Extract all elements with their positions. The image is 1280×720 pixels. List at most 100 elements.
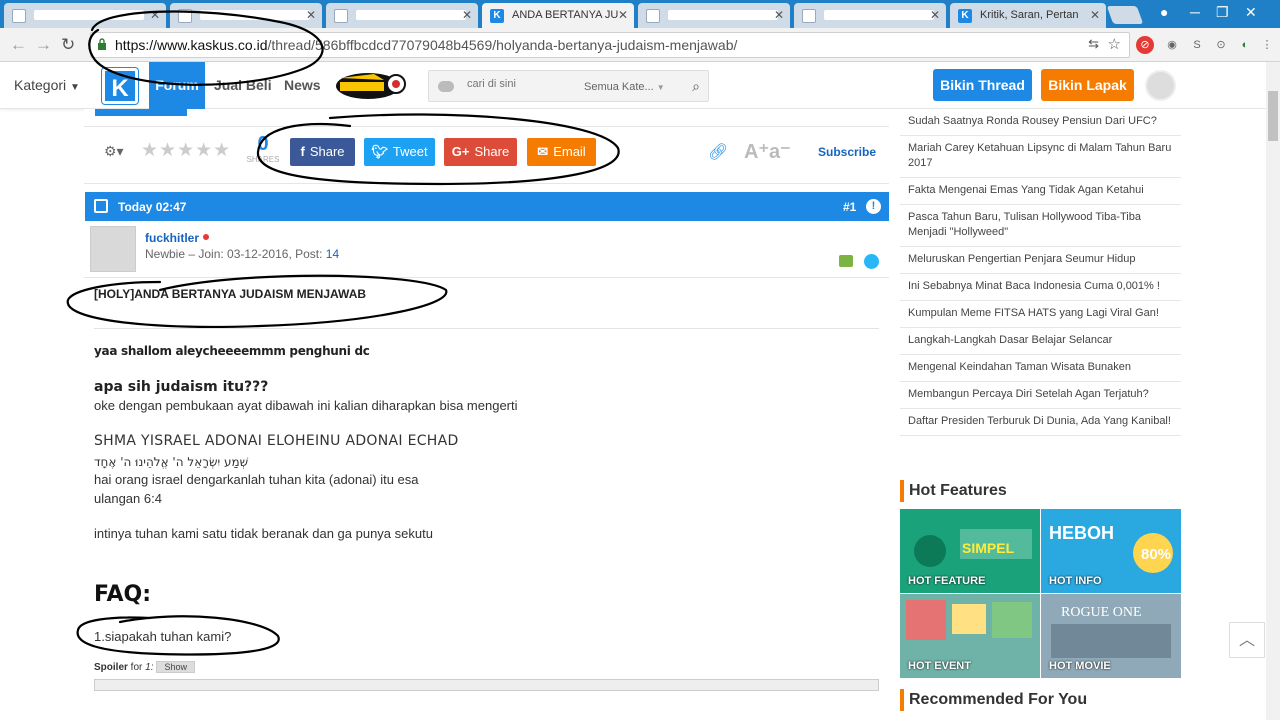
hot-feature-tile[interactable]: SIMPEL HOT FEATURE (900, 509, 1040, 593)
tab-close-icon[interactable]: ✕ (462, 8, 472, 22)
share-bar: ⚙▾ ★★★★★ 0 SHARES f Share 🐦︎ Tweet G+ Share… (84, 126, 889, 184)
related-thread-link[interactable]: Ini Sebabnya Minat Baca Indonesia Cuma 0… (900, 274, 1181, 301)
gear-icon[interactable]: ⚙▾ (104, 143, 124, 160)
bikin-lapak-button[interactable]: Bikin Lapak (1041, 69, 1134, 101)
tab-label-redacted (668, 10, 778, 20)
browser-tab-active[interactable]: K ANDA BERTANYA JU ✕ (482, 3, 634, 28)
envelope-icon: ✉ (537, 144, 549, 159)
translate-icon[interactable]: ⇆ (1088, 36, 1099, 52)
user-profile-icon[interactable]: ● (1160, 4, 1168, 20)
related-thread-link[interactable]: Fakta Mengenai Emas Yang Tidak Agan Keta… (900, 178, 1181, 205)
browser-tab[interactable]: ✕ (4, 3, 166, 28)
tab-close-icon[interactable]: ✕ (1090, 8, 1100, 22)
kaskus-logo[interactable]: K (102, 68, 138, 104)
minimize-icon[interactable]: ─ (1190, 4, 1200, 20)
address-bar[interactable]: https://www.kaskus.co.id/thread/586bffbc… (90, 32, 1130, 58)
tab-close-icon[interactable]: ✕ (306, 8, 316, 22)
related-thread-link[interactable]: Sudah Saatnya Ronda Rousey Pensiun Dari … (900, 109, 1181, 136)
reload-icon[interactable]: ↻ (61, 35, 75, 55)
facebook-share-button[interactable]: f Share (290, 138, 355, 166)
tab-close-icon[interactable]: ✕ (618, 8, 628, 22)
skype-extension-icon[interactable]: S (1188, 36, 1206, 54)
faq-heading: FAQ: (94, 582, 152, 607)
bookmark-star-icon[interactable]: ☆ (1108, 35, 1121, 53)
hot-movie-tile[interactable]: ROGUE ONE HOT MOVIE (1041, 594, 1181, 678)
related-thread-link[interactable]: Mariah Carey Ketahuan Lipsync di Malam T… (900, 136, 1181, 178)
post-text: hai orang israel dengarkanlah tuhan kita… (94, 472, 419, 487)
author-avatar[interactable] (90, 226, 136, 272)
related-thread-link[interactable]: Meluruskan Pengertian Penjara Seumur Hid… (900, 247, 1181, 274)
hot-movie-label: HOT MOVIE (1049, 660, 1111, 672)
email-share-label: Email (553, 144, 586, 159)
tab-favicon-icon (646, 9, 660, 23)
related-thread-link[interactable]: Mengenal Keindahan Taman Wisata Bunaken (900, 355, 1181, 382)
browser-toolbar: ← → ↻ https://www.kaskus.co.id/thread/58… (0, 28, 1280, 62)
related-thread-link[interactable]: Kumpulan Meme FITSA HATS yang Lagi Viral… (900, 301, 1181, 328)
chrome-menu-icon[interactable]: ⋮ (1258, 36, 1276, 54)
browser-tab[interactable]: ✕ (326, 3, 478, 28)
tweet-button[interactable]: 🐦︎ Tweet (364, 138, 435, 166)
browser-tab-strip: ✕ ✕ ✕ K ANDA BERTANYA JU ✕ ✕ ✕ K Kritik, Sa… (0, 0, 1280, 28)
hot-feature-label: HOT FEATURE (908, 575, 986, 587)
author-rank: Newbie (145, 247, 186, 261)
back-icon[interactable]: ← (10, 35, 27, 55)
report-alert-icon[interactable]: ! (866, 199, 881, 214)
spoiler-number: 1: (145, 662, 154, 673)
tab-close-icon[interactable]: ✕ (930, 8, 940, 22)
search-icon[interactable]: ⌕ (692, 78, 700, 95)
nav-news[interactable]: News (284, 77, 321, 93)
scrollbar-thumb[interactable] (1268, 91, 1278, 141)
link-icon[interactable]: 🔗︎ (708, 142, 728, 162)
subscribe-link[interactable]: Subscribe (818, 145, 876, 159)
browser-tab[interactable]: K Kritik, Saran, Pertan ✕ (950, 3, 1106, 28)
shield-extension-icon[interactable]: ⊙ (1212, 36, 1230, 54)
related-thread-link[interactable]: Membangun Percaya Diri Setelah Agan Terj… (900, 382, 1181, 409)
tab-close-icon[interactable]: ✕ (774, 8, 784, 22)
new-tab-button[interactable] (1106, 6, 1144, 24)
post-header: Today 02:47 #1 ! (85, 192, 889, 221)
font-size-toggle[interactable]: A⁺a⁻ (744, 139, 791, 164)
search-input[interactable] (467, 78, 577, 90)
checkbox-icon[interactable] (94, 199, 108, 213)
green-extension-icon[interactable]: ◐ (1236, 36, 1254, 54)
share-count-label: SHARES (246, 155, 280, 164)
hot-info-tile[interactable]: HEBOH 80% HOT INFO (1041, 509, 1181, 593)
email-share-button[interactable]: ✉ Email (527, 138, 596, 166)
reply-button-remnant[interactable] (95, 109, 187, 116)
nav-forum[interactable]: Forum (149, 62, 205, 109)
spoiler-show-button[interactable]: Show (156, 661, 195, 673)
author-username[interactable]: fuckhitler (145, 231, 199, 245)
post-greeting: yaa shallom aleycheeeemmm penghuni dc (94, 344, 370, 358)
browser-tab[interactable]: ✕ (170, 3, 322, 28)
gplus-share-button[interactable]: G+ Share (444, 138, 517, 166)
rating-stars[interactable]: ★★★★★ (141, 139, 231, 162)
tab-label-redacted (356, 10, 466, 20)
forward-icon[interactable]: → (35, 35, 52, 55)
author-post-count[interactable]: 14 (326, 247, 339, 261)
search-category-select[interactable]: Semua Kate... ▼ (584, 81, 665, 93)
bikin-thread-button[interactable]: Bikin Thread (933, 69, 1032, 101)
hot-event-tile[interactable]: HOT EVENT (900, 594, 1040, 678)
window-close-icon[interactable]: ✕ (1245, 4, 1257, 21)
bundul-italia-logo[interactable] (334, 70, 408, 102)
message-icon[interactable] (839, 255, 853, 267)
nav-jual-beli[interactable]: Jual Beli (214, 77, 272, 93)
tab-close-icon[interactable]: ✕ (150, 8, 160, 22)
browser-tab[interactable]: ✕ (794, 3, 946, 28)
page-scrollbar[interactable] (1266, 62, 1280, 720)
camera-extension-icon[interactable]: ◉ (1163, 36, 1181, 54)
author-meta: Newbie – Join: 03-12-2016, Post: 14 (145, 247, 340, 261)
avatar[interactable] (1145, 70, 1176, 101)
back-to-top-button[interactable]: ︿ (1229, 622, 1265, 658)
post-number[interactable]: #1 (843, 200, 856, 214)
related-thread-link[interactable]: Daftar Presiden Terburuk Di Dunia, Ada Y… (900, 409, 1181, 436)
maximize-icon[interactable]: ❐ (1216, 4, 1229, 21)
related-thread-link[interactable]: Langkah-Langkah Dasar Belajar Selancar (900, 328, 1181, 355)
kategori-dropdown[interactable]: Kategori ▼ (14, 77, 80, 93)
hot-event-label: HOT EVENT (908, 660, 971, 672)
share-count-value: 0 (257, 133, 269, 155)
browser-tab[interactable]: ✕ (638, 3, 790, 28)
reputation-icon[interactable] (864, 254, 879, 269)
extension-icon[interactable]: ⊘ (1136, 36, 1154, 54)
related-thread-link[interactable]: Pasca Tahun Baru, Tulisan Hollywood Tiba… (900, 205, 1181, 247)
